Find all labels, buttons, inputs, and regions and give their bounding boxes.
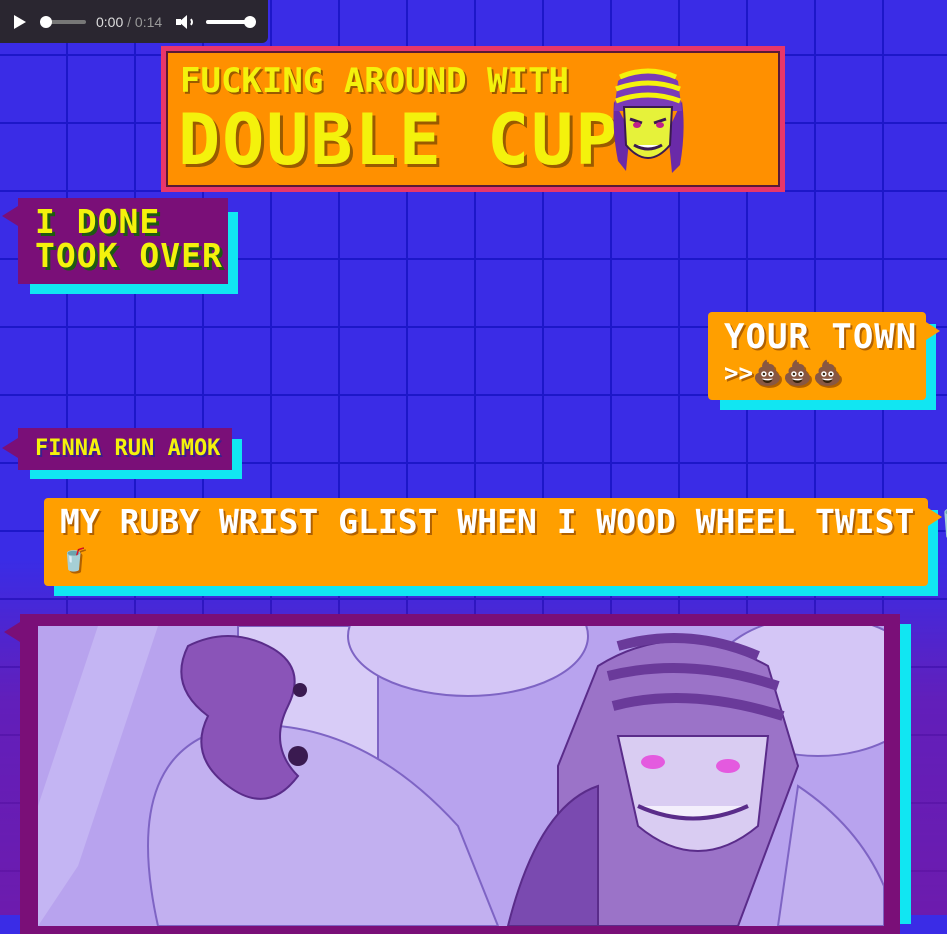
- message-text: YOUR TOWN: [724, 317, 918, 357]
- message-line: I DONE: [35, 202, 161, 241]
- volume-slider[interactable]: [206, 15, 257, 28]
- header-subtitle: FUCKING AROUND WITH: [180, 61, 569, 101]
- chat-bubble-3: FINNA RUN AMOK: [2, 428, 232, 470]
- comic-art-image: [38, 626, 884, 926]
- bubble-tail: [4, 622, 20, 642]
- seek-knob[interactable]: [40, 15, 52, 28]
- message-text-2: >>💩💩💩: [724, 359, 843, 387]
- chat-bubble-2: YOUR TOWN >>💩💩💩: [708, 312, 940, 400]
- header-title: DOUBLE CUP: [178, 99, 620, 181]
- seek-slider[interactable]: [40, 15, 86, 28]
- header-inner: FUCKING AROUND WITH DOUBLE CUP: [166, 51, 780, 187]
- chat-bubble-1: I DONE TOOK OVER: [2, 198, 228, 284]
- audio-player: 0:00 / 0:14: [0, 0, 268, 43]
- bubble-tail: [926, 322, 940, 340]
- message-line: TOOK OVER: [35, 236, 223, 275]
- volume-knob[interactable]: [244, 15, 257, 28]
- duration: 0:14: [134, 13, 163, 30]
- chat-bubble-4: MY RUBY WRIST GLIST WHEN I WOOD WHEEL TW…: [44, 498, 947, 586]
- bubble-tail: [2, 206, 18, 226]
- message-text: FINNA RUN AMOK: [35, 436, 221, 461]
- bubble-tail: [2, 438, 18, 458]
- volume-icon[interactable]: [176, 14, 194, 30]
- message-text-2: 🥤: [60, 548, 89, 573]
- time-separator: /: [123, 13, 135, 30]
- message-text: MY RUBY WRIST GLIST WHEN I WOOD WHEEL TW…: [60, 502, 947, 541]
- play-icon[interactable]: [14, 14, 26, 29]
- time-display: 0:00 / 0:14: [96, 14, 162, 30]
- mascot-image: [613, 68, 684, 173]
- header-banner: FUCKING AROUND WITH DOUBLE CUP: [161, 46, 785, 192]
- current-time: 0:00: [96, 13, 124, 30]
- comic-art-svg: [38, 626, 884, 926]
